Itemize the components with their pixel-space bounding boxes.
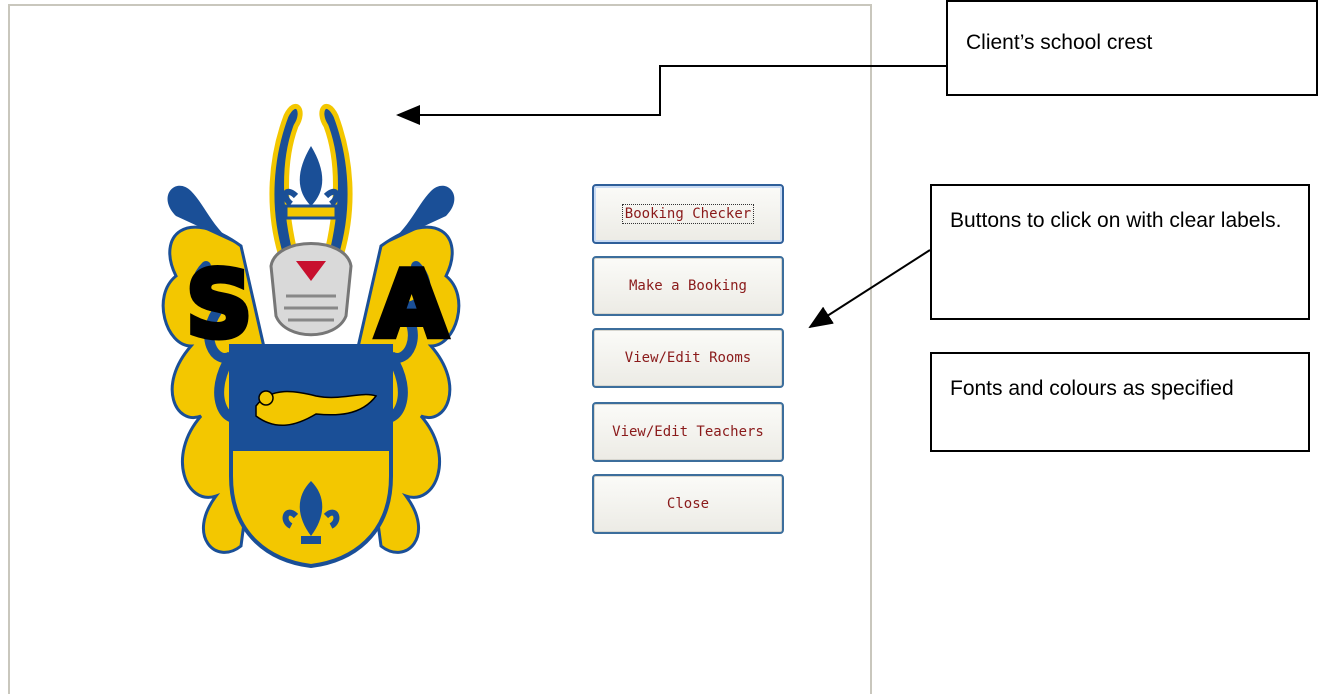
- annotation-arrows: [396, 65, 946, 329]
- buttons-pointer-arrow: [808, 249, 931, 329]
- crest-pointer-arrow: [396, 65, 946, 125]
